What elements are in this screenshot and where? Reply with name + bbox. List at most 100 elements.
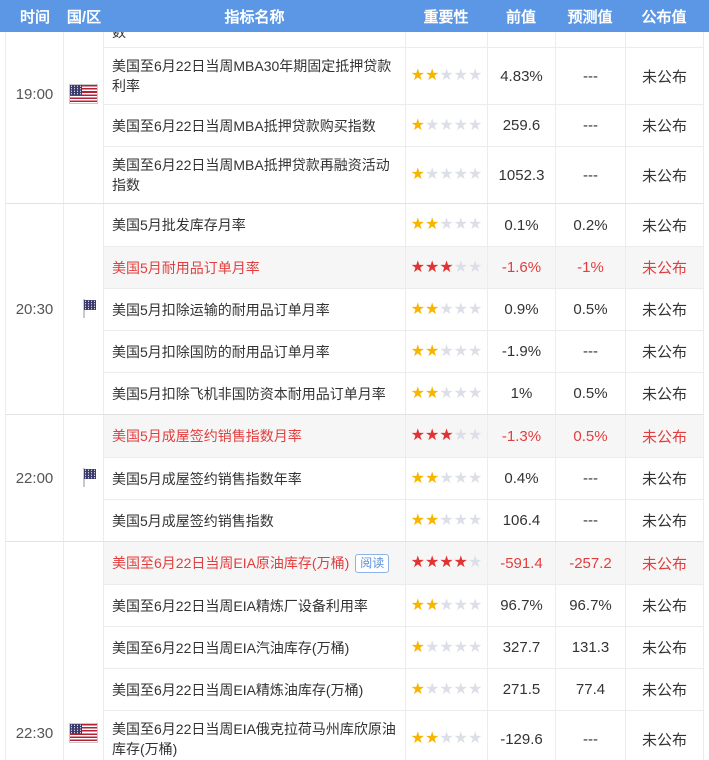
indicator-name-cell: 美国5月批发库存月率 <box>104 204 405 246</box>
forecast-value-cell: --- <box>555 331 625 372</box>
published-value: 未公布 <box>641 428 687 446</box>
star-icon: ★ <box>453 638 469 656</box>
read-badge[interactable]: 阅读 <box>355 553 390 573</box>
indicator-row[interactable]: 美国至6月22日当周EIA汽油库存(万桶) ★ ★ ★ ★ ★ 327.7 131.3 未公布 <box>104 626 703 668</box>
published-value-cell: 未公布 <box>625 204 703 246</box>
time-label: 20:30 <box>15 300 54 318</box>
star-icon: ★ <box>468 554 483 571</box>
forecast-value-cell: 0.2% <box>555 204 625 246</box>
star-icon: ★ <box>410 67 425 84</box>
previous-value-cell: -1.9% <box>487 331 555 372</box>
indicator-row[interactable]: 美国5月耐用品订单月率 ★ ★ ★ ★ ★ -1.6% -1% 未公布 <box>104 246 703 288</box>
indicator-row[interactable]: 美国5月扣除运输的耐用品订单月率 ★ ★ ★ ★ ★ 0.9% 0.5% 未公布 <box>104 288 703 330</box>
flag-wrap <box>82 468 85 487</box>
indicator-row[interactable]: 美国至6月22日当周MBA30年期固定抵押贷款利率 ★ ★ ★ ★ ★ 4.83% --- 未公… <box>104 47 703 104</box>
published-value-cell: 未公布 <box>625 247 703 288</box>
previous-value: -1.3% <box>501 427 542 445</box>
previous-value: -1.6% <box>501 259 542 276</box>
star-icon: ★ <box>410 596 425 614</box>
indicator-label: 美国5月扣除运输的耐用品订单月率 <box>112 301 330 318</box>
star-icon: ★ <box>410 258 425 276</box>
forecast-value: -1% <box>577 259 604 276</box>
indicator-label: 美国至6月22日当周EIA俄克拉荷马州库欣原油库存(万桶) <box>112 721 396 757</box>
published-value: 未公布 <box>641 386 687 403</box>
col-header-indicator: 指标名称 <box>224 8 285 26</box>
time-group: 20:30 美国5月批发库存月率 ★ ★ ★ ★ ★ 0.1% 0.2% 未公布 美国5月耐用品订单… <box>6 203 703 414</box>
published-value-cell: 未公布 <box>625 627 703 668</box>
published-value-cell: 未公布 <box>625 500 703 541</box>
importance-stars: ★ ★ ★ ★ ★ <box>405 458 487 499</box>
star-icon: ★ <box>453 384 469 402</box>
indicator-row[interactable]: 美国5月成屋签约销售指数月率 ★ ★ ★ ★ ★ -1.3% 0.5% 未公布 <box>104 415 703 457</box>
time-label: 19:00 <box>15 86 54 103</box>
indicator-row[interactable]: 美国至6月22日当周MBA抵押贷款再融资活动指数 ★ ★ ★ ★ ★ 1052.3 --- 未公… <box>104 146 703 203</box>
indicator-rows: 数美国至6月22日当周MBA30年期固定抵押贷款利率 ★ ★ ★ ★ ★ 4.83% --- 未… <box>104 32 703 203</box>
published-value-cell: 未公布 <box>625 331 703 372</box>
importance-stars: ★ ★ ★ ★ ★ <box>405 289 487 330</box>
star-icon: ★ <box>453 427 469 444</box>
star-icon: ★ <box>439 67 454 84</box>
col-header-published: 公布值 <box>641 8 687 26</box>
previous-value: 1% <box>510 385 533 402</box>
star-icon: ★ <box>410 730 425 747</box>
star-icon: ★ <box>453 342 469 360</box>
us-flag-icon <box>82 468 85 487</box>
forecast-value: 0.5% <box>573 385 608 402</box>
published-value-cell <box>625 32 703 47</box>
indicator-name-cell: 美国至6月22日当周EIA精炼油库存(万桶) <box>104 669 405 710</box>
star-icon: ★ <box>468 258 483 276</box>
star-icon: ★ <box>410 216 425 233</box>
forecast-value-cell: --- <box>555 500 625 541</box>
indicator-row[interactable]: 美国至6月22日当周EIA俄克拉荷马州库欣原油库存(万桶) ★ ★ ★ ★ ★ -129.6… <box>104 710 703 760</box>
star-icon: ★ <box>439 258 454 276</box>
importance-stars <box>405 32 487 47</box>
forecast-value: --- <box>583 67 598 85</box>
forecast-value-cell: --- <box>555 458 625 499</box>
published-value-cell: 未公布 <box>625 542 703 584</box>
forecast-value: --- <box>583 470 598 487</box>
star-icon: ★ <box>439 300 454 318</box>
previous-value: 96.7% <box>500 597 543 614</box>
forecast-value-cell: --- <box>555 48 625 104</box>
indicator-row[interactable]: 美国5月成屋签约销售指数 ★ ★ ★ ★ ★ 106.4 --- 未公布 <box>104 499 703 541</box>
indicator-label: 美国至6月22日当周EIA汽油库存(万桶) <box>112 639 350 656</box>
indicator-name-cell: 美国5月成屋签约销售指数月率 <box>104 415 405 457</box>
star-icon: ★ <box>453 680 469 698</box>
indicator-label: 美国5月批发库存月率 <box>112 217 246 233</box>
importance-stars: ★ ★ ★ ★ ★ <box>405 415 487 457</box>
indicator-row[interactable]: 美国至6月22日当周EIA精炼厂设备利用率 ★ ★ ★ ★ ★ 96.7% 96.7% 未公布 <box>104 584 703 626</box>
star-icon: ★ <box>468 596 483 614</box>
previous-value: 0.1% <box>504 216 539 234</box>
time-label: 22:30 <box>15 725 54 742</box>
published-value: 未公布 <box>641 167 687 185</box>
indicator-row[interactable]: 美国至6月22日当周MBA抵押贷款购买指数 ★ ★ ★ ★ ★ 259.6 --- 未公布 <box>104 104 703 146</box>
importance-stars: ★ ★ ★ ★ ★ <box>405 331 487 372</box>
indicator-row[interactable]: 美国5月扣除国防的耐用品订单月率 ★ ★ ★ ★ ★ -1.9% --- 未公布 <box>104 330 703 372</box>
time-cell: 22:00 <box>6 415 64 541</box>
indicator-row[interactable]: 美国至6月22日当周EIA原油库存(万桶) 阅读 ★ ★ ★ ★ ★ -591.4 -257.2… <box>104 542 703 584</box>
star-icon: ★ <box>468 511 483 529</box>
previous-value: 1052.3 <box>498 166 545 184</box>
indicator-row[interactable]: 美国至6月22日当周EIA精炼油库存(万桶) ★ ★ ★ ★ ★ 271.5 77.4 未公布 <box>104 668 703 710</box>
star-icon: ★ <box>439 730 454 747</box>
time-cell: 22:30 <box>6 542 64 760</box>
country-flag-cell <box>64 415 104 541</box>
forecast-value-cell: 77.4 <box>555 669 625 710</box>
flag-wrap <box>64 84 103 104</box>
indicator-name-cell: 美国5月扣除运输的耐用品订单月率 <box>104 289 405 330</box>
indicator-row[interactable]: 美国5月批发库存月率 ★ ★ ★ ★ ★ 0.1% 0.2% 未公布 <box>104 204 703 246</box>
indicator-row[interactable]: 美国5月成屋签约销售指数年率 ★ ★ ★ ★ ★ 0.4% --- 未公布 <box>104 457 703 499</box>
indicator-row[interactable]: 美国5月扣除飞机非国防资本耐用品订单月率 ★ ★ ★ ★ ★ 1% 0.5% 未公布 <box>104 372 703 414</box>
star-icon: ★ <box>410 427 425 444</box>
star-icon: ★ <box>439 216 454 233</box>
star-icon: ★ <box>439 638 454 656</box>
time-cell: 19:00 <box>6 32 64 203</box>
previous-value: 271.5 <box>502 681 541 698</box>
published-value-cell: 未公布 <box>625 415 703 457</box>
us-flag-icon <box>69 723 98 743</box>
star-icon: ★ <box>410 511 425 529</box>
star-icon: ★ <box>468 680 483 698</box>
star-icon: ★ <box>410 300 425 318</box>
published-value: 未公布 <box>641 682 687 699</box>
star-icon: ★ <box>453 554 469 571</box>
